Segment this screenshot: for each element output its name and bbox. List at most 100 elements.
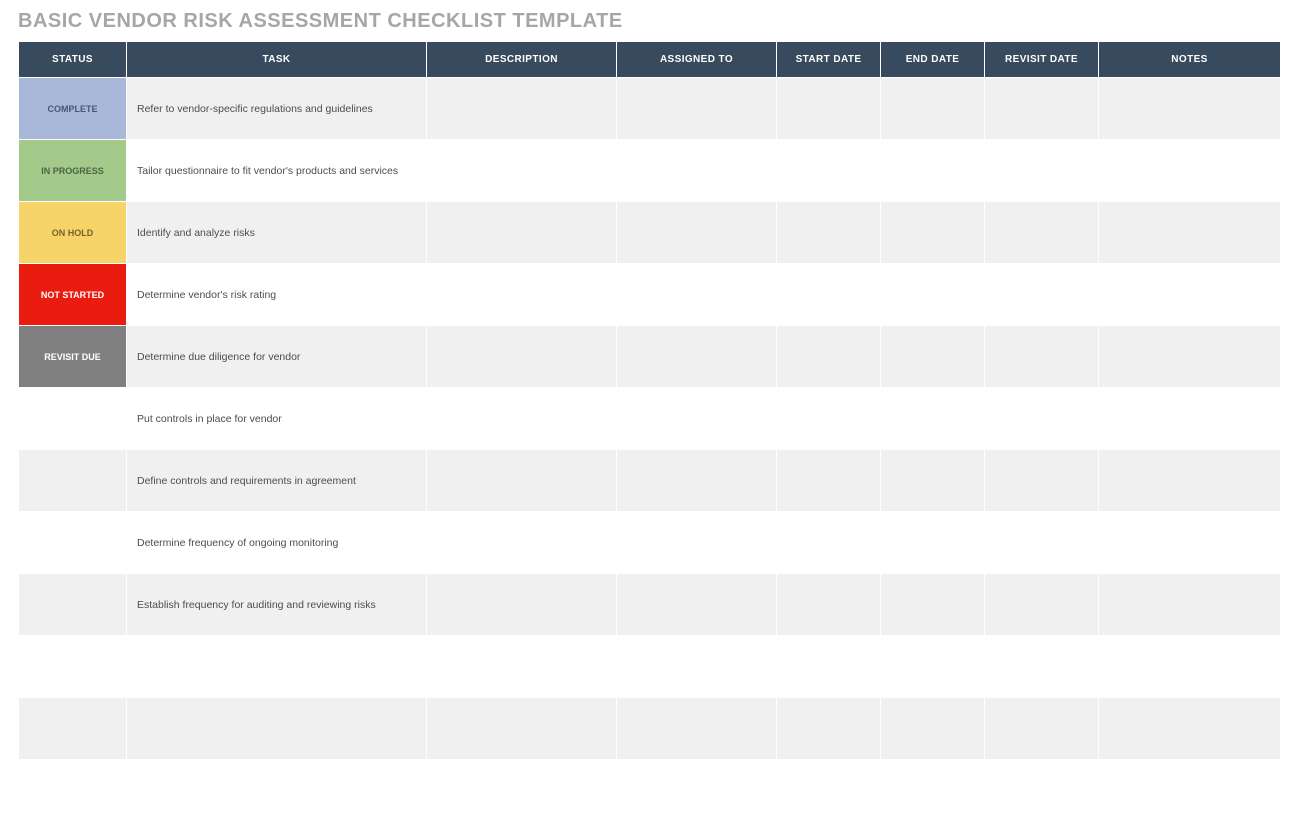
revisit-date-cell[interactable] [985, 636, 1099, 698]
status-cell[interactable] [19, 388, 127, 450]
start-date-cell[interactable] [777, 264, 881, 326]
task-cell[interactable]: Identify and analyze risks [127, 202, 427, 264]
task-cell[interactable] [127, 698, 427, 760]
assigned-to-cell[interactable] [617, 326, 777, 388]
notes-cell[interactable] [1099, 202, 1281, 264]
notes-cell[interactable] [1099, 78, 1281, 140]
notes-cell[interactable] [1099, 760, 1281, 822]
end-date-cell[interactable] [881, 574, 985, 636]
revisit-date-cell[interactable] [985, 78, 1099, 140]
notes-cell[interactable] [1099, 698, 1281, 760]
revisit-date-cell[interactable] [985, 760, 1099, 822]
notes-cell[interactable] [1099, 450, 1281, 512]
assigned-to-cell[interactable] [617, 636, 777, 698]
start-date-cell[interactable] [777, 574, 881, 636]
revisit-date-cell[interactable] [985, 698, 1099, 760]
page-title: BASIC VENDOR RISK ASSESSMENT CHECKLIST T… [18, 10, 1300, 33]
status-cell[interactable] [19, 574, 127, 636]
assigned-to-cell[interactable] [617, 388, 777, 450]
status-cell[interactable] [19, 760, 127, 822]
end-date-cell[interactable] [881, 388, 985, 450]
task-cell[interactable]: Put controls in place for vendor [127, 388, 427, 450]
assigned-to-cell[interactable] [617, 512, 777, 574]
status-cell[interactable] [19, 636, 127, 698]
end-date-cell[interactable] [881, 140, 985, 202]
status-cell[interactable]: NOT STARTED [19, 264, 127, 326]
notes-cell[interactable] [1099, 140, 1281, 202]
start-date-cell[interactable] [777, 140, 881, 202]
notes-cell[interactable] [1099, 326, 1281, 388]
start-date-cell[interactable] [777, 450, 881, 512]
revisit-date-cell[interactable] [985, 264, 1099, 326]
start-date-cell[interactable] [777, 698, 881, 760]
status-cell[interactable] [19, 512, 127, 574]
task-cell[interactable]: Establish frequency for auditing and rev… [127, 574, 427, 636]
description-cell[interactable] [427, 202, 617, 264]
end-date-cell[interactable] [881, 264, 985, 326]
start-date-cell[interactable] [777, 760, 881, 822]
assigned-to-cell[interactable] [617, 264, 777, 326]
notes-cell[interactable] [1099, 264, 1281, 326]
description-cell[interactable] [427, 760, 617, 822]
start-date-cell[interactable] [777, 388, 881, 450]
task-cell[interactable] [127, 760, 427, 822]
table-row: Establish frequency for auditing and rev… [19, 574, 1281, 636]
assigned-to-cell[interactable] [617, 760, 777, 822]
end-date-cell[interactable] [881, 450, 985, 512]
start-date-cell[interactable] [777, 202, 881, 264]
revisit-date-cell[interactable] [985, 574, 1099, 636]
revisit-date-cell[interactable] [985, 388, 1099, 450]
notes-cell[interactable] [1099, 636, 1281, 698]
revisit-date-cell[interactable] [985, 450, 1099, 512]
end-date-cell[interactable] [881, 202, 985, 264]
status-cell[interactable]: REVISIT DUE [19, 326, 127, 388]
notes-cell[interactable] [1099, 512, 1281, 574]
revisit-date-cell[interactable] [985, 326, 1099, 388]
description-cell[interactable] [427, 512, 617, 574]
start-date-cell[interactable] [777, 78, 881, 140]
assigned-to-cell[interactable] [617, 140, 777, 202]
revisit-date-cell[interactable] [985, 202, 1099, 264]
description-cell[interactable] [427, 140, 617, 202]
col-end-date: END DATE [881, 42, 985, 78]
assigned-to-cell[interactable] [617, 698, 777, 760]
end-date-cell[interactable] [881, 636, 985, 698]
end-date-cell[interactable] [881, 760, 985, 822]
description-cell[interactable] [427, 388, 617, 450]
end-date-cell[interactable] [881, 698, 985, 760]
start-date-cell[interactable] [777, 326, 881, 388]
revisit-date-cell[interactable] [985, 512, 1099, 574]
task-cell[interactable]: Define controls and requirements in agre… [127, 450, 427, 512]
task-cell[interactable]: Determine due diligence for vendor [127, 326, 427, 388]
task-cell[interactable] [127, 636, 427, 698]
start-date-cell[interactable] [777, 512, 881, 574]
task-cell[interactable]: Determine vendor's risk rating [127, 264, 427, 326]
end-date-cell[interactable] [881, 512, 985, 574]
description-cell[interactable] [427, 78, 617, 140]
end-date-cell[interactable] [881, 78, 985, 140]
description-cell[interactable] [427, 574, 617, 636]
assigned-to-cell[interactable] [617, 78, 777, 140]
assigned-to-cell[interactable] [617, 450, 777, 512]
task-cell[interactable]: Determine frequency of ongoing monitorin… [127, 512, 427, 574]
status-cell[interactable]: ON HOLD [19, 202, 127, 264]
status-cell[interactable] [19, 450, 127, 512]
description-cell[interactable] [427, 326, 617, 388]
start-date-cell[interactable] [777, 636, 881, 698]
description-cell[interactable] [427, 264, 617, 326]
description-cell[interactable] [427, 698, 617, 760]
status-cell[interactable] [19, 698, 127, 760]
description-cell[interactable] [427, 636, 617, 698]
task-cell[interactable]: Refer to vendor-specific regulations and… [127, 78, 427, 140]
notes-cell[interactable] [1099, 388, 1281, 450]
status-cell[interactable]: COMPLETE [19, 78, 127, 140]
notes-cell[interactable] [1099, 574, 1281, 636]
assigned-to-cell[interactable] [617, 202, 777, 264]
table-row: REVISIT DUEDetermine due diligence for v… [19, 326, 1281, 388]
description-cell[interactable] [427, 450, 617, 512]
end-date-cell[interactable] [881, 326, 985, 388]
assigned-to-cell[interactable] [617, 574, 777, 636]
task-cell[interactable]: Tailor questionnaire to fit vendor's pro… [127, 140, 427, 202]
status-cell[interactable]: IN PROGRESS [19, 140, 127, 202]
revisit-date-cell[interactable] [985, 140, 1099, 202]
